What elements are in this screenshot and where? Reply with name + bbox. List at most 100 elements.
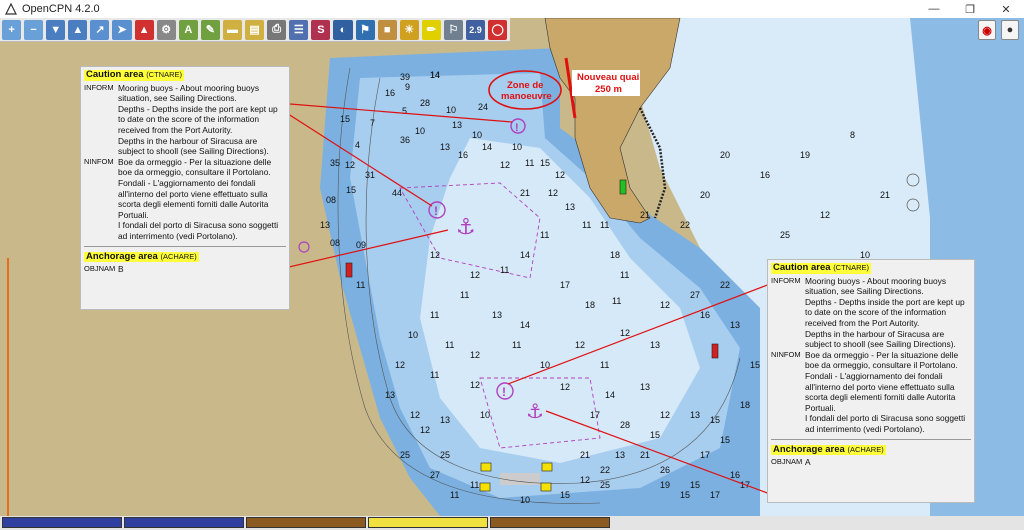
inform-value: Mooring buoys - About mooring buoys situa…	[118, 82, 278, 157]
depth-sounding: 13	[492, 310, 502, 320]
depth-sounding: 11	[356, 280, 365, 290]
chart-piano-key[interactable]	[246, 517, 366, 528]
depth-sounding: 11	[612, 296, 621, 306]
text-button[interactable]: A	[178, 19, 198, 40]
zoom-out-button[interactable]: −	[24, 19, 44, 40]
depth-sounding: 11	[430, 310, 439, 320]
green-buoy-icon[interactable]	[619, 179, 627, 195]
quilt-value-button[interactable]: 2.9	[465, 19, 486, 40]
depth-sounding: 25	[600, 480, 610, 490]
depth-sounding: 11	[430, 370, 439, 380]
chart-outline-button[interactable]: ▤	[245, 19, 265, 40]
depth-sounding: 16	[385, 88, 395, 98]
zoom-in-button[interactable]: +	[2, 19, 22, 40]
depth-sounding: 12	[345, 160, 355, 170]
gps-status-icon[interactable]: ●	[1001, 20, 1019, 40]
depth-sounding: 19	[660, 480, 670, 490]
depth-sounding: 10	[415, 126, 425, 136]
opencpn-window: ! ! ! ⚓ ⚓ 39 14 16 9 28 5 15 7 10 36 4 3…	[0, 0, 1024, 530]
depth-sounding: 17	[590, 410, 600, 420]
ais-button[interactable]: ⚐	[443, 19, 463, 40]
track-button[interactable]: S	[311, 19, 331, 40]
tide-button[interactable]: ▬	[222, 19, 243, 40]
ship-icon[interactable]: ▲	[134, 19, 154, 40]
close-button[interactable]: ✕	[988, 0, 1024, 18]
depth-sounding: 28	[420, 98, 430, 108]
depth-sounding: 21	[520, 188, 530, 198]
depth-sounding: 13	[440, 415, 450, 425]
chart-piano-key[interactable]	[490, 517, 610, 528]
route-button[interactable]: ↗	[90, 19, 110, 40]
depth-sounding: 35	[330, 158, 340, 168]
depth-sounding: 24	[478, 102, 488, 112]
depth-sounding: 11	[540, 230, 549, 240]
depth-sounding: 12	[470, 380, 480, 390]
depth-sounding: 8	[850, 130, 855, 140]
depth-sounding: 15	[690, 480, 700, 490]
ninfom-value: Boe da ormeggio - Per la situazione dell…	[118, 156, 279, 241]
anchorage-area-title: Anchorage area (ACHARE)	[771, 443, 886, 456]
depth-sounding: 4	[355, 140, 360, 150]
color-scheme-button[interactable]: ◐	[333, 19, 353, 40]
depth-sounding: 13	[640, 382, 650, 392]
dashboard-button[interactable]: ■	[377, 19, 397, 40]
depth-sounding: 12	[620, 328, 630, 338]
depth-sounding: 13	[650, 340, 660, 350]
depth-sounding: 22	[600, 465, 610, 475]
chart-piano-key[interactable]	[124, 517, 244, 528]
depth-sounding: 13	[565, 202, 575, 212]
chart-piano-key[interactable]	[368, 517, 488, 528]
yellow-buoy-icon[interactable]	[540, 482, 552, 492]
scale-in-button[interactable]: ▼	[46, 19, 66, 40]
app-icon	[5, 2, 17, 15]
restore-button[interactable]: ❐	[952, 0, 988, 18]
mob-button[interactable]: ⚑	[355, 19, 375, 40]
title-bar: OpenCPN 4.2.0 — ❐ ✕	[0, 0, 1024, 18]
chart-piano-key[interactable]	[2, 517, 122, 528]
anchorage-area-title: Anchorage area (ACHARE)	[84, 250, 199, 263]
quay-label-line2: 250 m	[595, 84, 622, 95]
depth-sounding: 10	[520, 495, 530, 505]
anchor-icon[interactable]: ⚓	[456, 215, 476, 240]
depth-sounding: 39	[400, 72, 410, 82]
anchor-icon[interactable]: ⚓	[526, 399, 544, 423]
print-button[interactable]: ⎙	[267, 19, 287, 40]
depth-sounding: 15	[340, 114, 350, 124]
inform-key: INFORM	[771, 275, 801, 285]
depth-sounding: 11	[445, 340, 454, 350]
depth-sounding: 10	[408, 330, 418, 340]
scale-out-button[interactable]: ▲	[68, 19, 88, 40]
depth-sounding: 08	[330, 238, 340, 248]
compass-icon[interactable]: ◉	[978, 20, 996, 40]
depth-sounding: 17	[560, 280, 570, 290]
grib-button[interactable]: ☀	[399, 19, 419, 40]
depth-sounding: 12	[410, 410, 420, 420]
auto-follow-button[interactable]: ➤	[112, 19, 132, 40]
depth-sounding: 25	[440, 450, 450, 460]
depth-sounding: 22	[720, 280, 730, 290]
route-manager-button[interactable]: ☰	[289, 19, 309, 40]
inform-key: INFORM	[84, 82, 114, 92]
depth-sounding: 12	[500, 160, 510, 170]
minimize-button[interactable]: —	[916, 0, 952, 18]
depth-sounding: 13	[690, 410, 700, 420]
measure-button[interactable]: ✏	[421, 19, 441, 40]
depth-sounding: 21	[640, 450, 650, 460]
depth-sounding: 5	[402, 106, 407, 116]
depth-sounding: 09	[356, 240, 366, 250]
depth-sounding: 21	[880, 190, 890, 200]
depth-sounding: 15	[540, 158, 550, 168]
lighthouse-icon[interactable]	[345, 262, 353, 278]
depth-sounding: 36	[400, 135, 410, 145]
caution-area-title: Caution area (CTNARE)	[84, 69, 185, 81]
yellow-buoy-icon[interactable]	[480, 462, 492, 472]
current-button[interactable]: ✎	[200, 19, 220, 40]
lifebuoy-icon[interactable]: ◯	[488, 19, 508, 40]
yellow-buoy-icon[interactable]	[541, 462, 553, 472]
depth-sounding: 16	[700, 310, 710, 320]
settings-button[interactable]: ⚙	[156, 19, 176, 40]
depth-sounding: 15	[710, 415, 720, 425]
yellow-buoy-icon[interactable]	[479, 482, 491, 492]
depth-sounding: 12	[548, 188, 558, 198]
lighthouse-icon[interactable]	[711, 343, 719, 359]
